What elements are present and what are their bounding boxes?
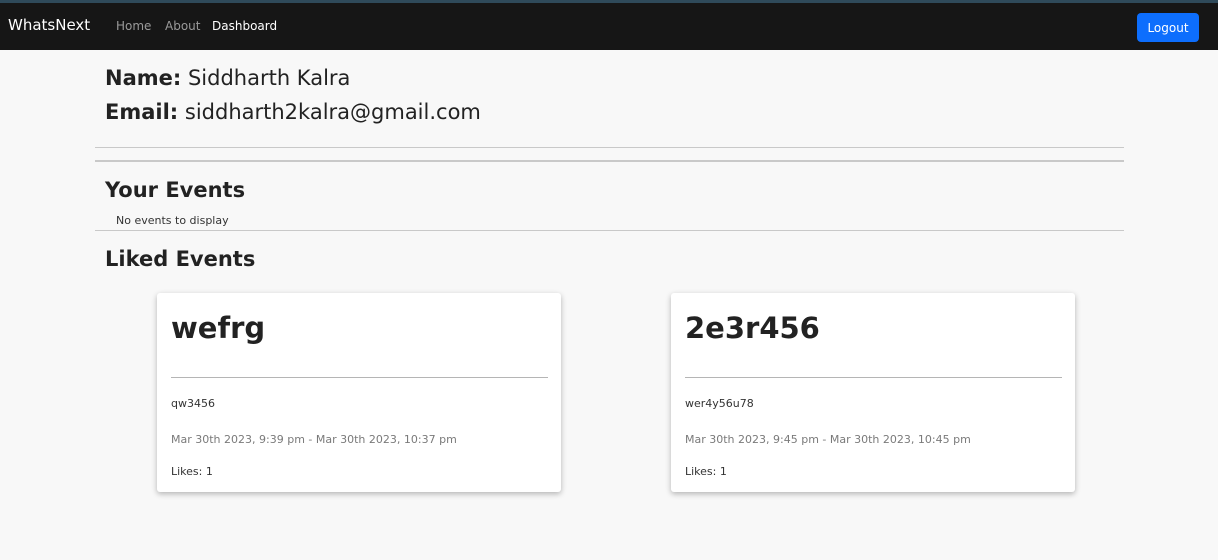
profile-name: Name: Siddharth Kalra bbox=[105, 66, 350, 90]
divider bbox=[95, 147, 1124, 148]
event-card[interactable]: wefrg qw3456 Mar 30th 2023, 9:39 pm - Ma… bbox=[157, 293, 561, 492]
event-card[interactable]: 2e3r456 wer4y56u78 Mar 30th 2023, 9:45 p… bbox=[671, 293, 1075, 492]
nav-link-home[interactable]: Home bbox=[116, 19, 151, 33]
event-card-likes: Likes: 1 bbox=[171, 465, 213, 478]
name-value: Siddharth Kalra bbox=[181, 66, 351, 90]
brand-logo[interactable]: WhatsNext bbox=[8, 16, 90, 34]
event-card-title: wefrg bbox=[171, 311, 266, 345]
name-label: Name: bbox=[105, 66, 182, 90]
no-events-message: No events to display bbox=[116, 214, 229, 227]
email-value: siddharth2kalra@gmail.com bbox=[178, 100, 481, 124]
divider bbox=[95, 230, 1124, 231]
event-card-likes: Likes: 1 bbox=[685, 465, 727, 478]
navbar: WhatsNext Home About Dashboard Logout bbox=[0, 0, 1218, 50]
your-events-heading: Your Events bbox=[105, 178, 246, 202]
divider bbox=[95, 160, 1124, 162]
event-card-title: 2e3r456 bbox=[685, 311, 820, 345]
nav-link-dashboard[interactable]: Dashboard bbox=[212, 19, 277, 33]
card-divider bbox=[685, 377, 1062, 378]
nav-link-about[interactable]: About bbox=[165, 19, 200, 33]
event-card-dates: Mar 30th 2023, 9:39 pm - Mar 30th 2023, … bbox=[171, 433, 457, 446]
event-card-description: wer4y56u78 bbox=[685, 397, 754, 410]
logout-button[interactable]: Logout bbox=[1137, 13, 1199, 42]
liked-events-heading: Liked Events bbox=[105, 247, 256, 271]
profile-email: Email: siddharth2kalra@gmail.com bbox=[105, 100, 481, 124]
event-card-description: qw3456 bbox=[171, 397, 215, 410]
card-divider bbox=[171, 377, 548, 378]
event-card-dates: Mar 30th 2023, 9:45 pm - Mar 30th 2023, … bbox=[685, 433, 971, 446]
email-label: Email: bbox=[105, 100, 179, 124]
